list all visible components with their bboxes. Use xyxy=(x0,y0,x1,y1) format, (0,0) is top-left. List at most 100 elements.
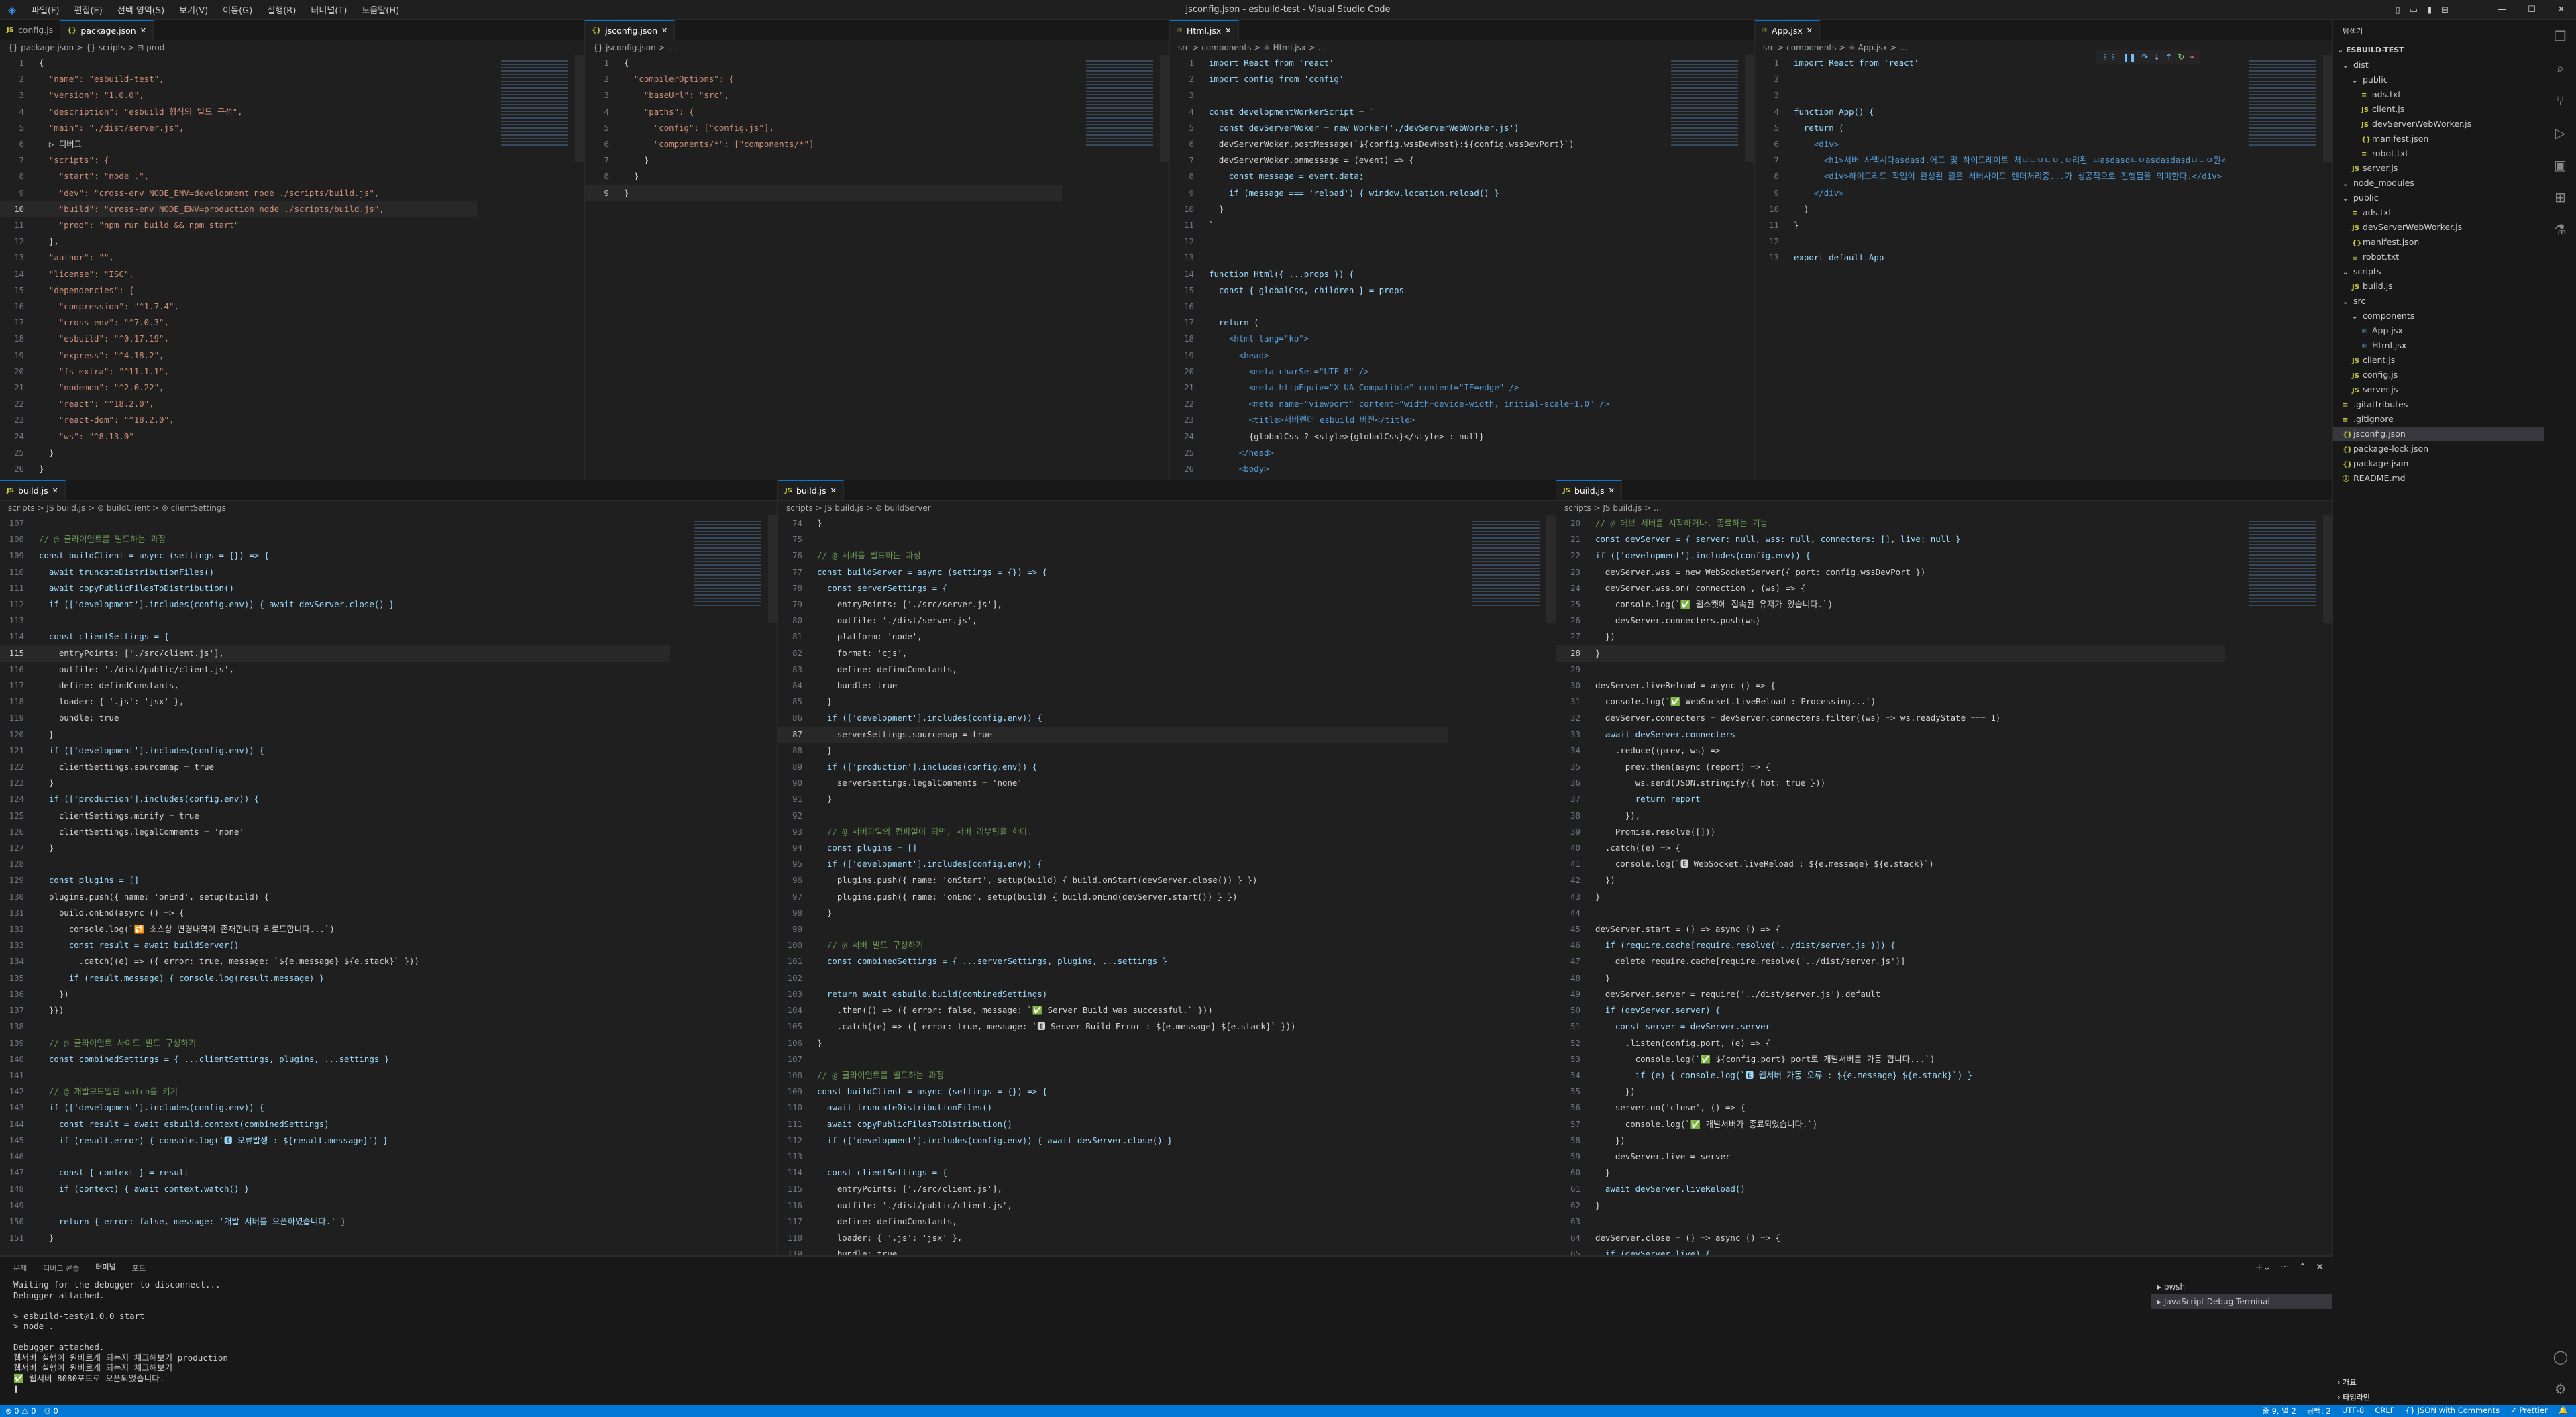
panel-tab[interactable]: 포트 xyxy=(132,1263,146,1273)
scrollbar[interactable] xyxy=(2323,515,2332,623)
close-panel-icon[interactable]: ✕ xyxy=(2316,1262,2324,1273)
explorer-item-json[interactable]: {} manifest.json xyxy=(2333,132,2544,146)
new-terminal-icon[interactable]: +⌄ xyxy=(2255,1262,2271,1273)
close-tab-icon[interactable]: ✕ xyxy=(1807,26,1813,35)
scrollbar[interactable] xyxy=(2323,55,2332,162)
menu-item[interactable]: 편집(E) xyxy=(67,6,110,16)
search-icon[interactable]: ⌕ xyxy=(2544,52,2576,85)
menu-item[interactable]: 이동(G) xyxy=(215,6,260,16)
close-window-icon[interactable]: ✕ xyxy=(2546,0,2576,20)
explorer-item-json[interactable]: {} jsconfig.json xyxy=(2333,427,2544,441)
explorer-item-js[interactable]: JS client.js xyxy=(2333,102,2544,117)
explorer-item-json[interactable]: {} manifest.json xyxy=(2333,235,2544,250)
timeline-section[interactable]: › 타임라인 xyxy=(2333,1390,2544,1405)
editor-tab[interactable]: ⚛ Html.jsx ✕ xyxy=(1170,20,1239,40)
status-item[interactable]: {} JSON with Comments xyxy=(2405,1406,2500,1416)
explorer-item-folder[interactable]: ⌄ public xyxy=(2333,72,2544,87)
outline-section[interactable]: › 개요 xyxy=(2333,1375,2544,1390)
pause-icon[interactable]: ❚❚ xyxy=(2123,52,2136,62)
maximize-panel-icon[interactable]: ⌃ xyxy=(2299,1262,2307,1273)
restart-icon[interactable]: ↻ xyxy=(2178,52,2184,62)
explorer-item-folder[interactable]: ⌄ src xyxy=(2333,294,2544,309)
explorer-item-js[interactable]: JS devServerWebWorker.js xyxy=(2333,117,2544,132)
editor-tab[interactable]: JS config.js xyxy=(0,20,61,40)
customize-layout-icon[interactable]: ⊞ xyxy=(2441,5,2449,15)
status-item[interactable]: UTF-8 xyxy=(2342,1406,2365,1416)
explorer-item-file[interactable]: ≡ robot.txt xyxy=(2333,146,2544,161)
explorer-item-js[interactable]: JS server.js xyxy=(2333,382,2544,397)
editor-tab[interactable]: {} package.json ✕ xyxy=(60,20,154,40)
explorer-item-jsx[interactable]: ⚛ Html.jsx xyxy=(2333,338,2544,353)
minimap[interactable] xyxy=(1086,60,1153,148)
breadcrumb[interactable]: scripts > JS build.js > ... xyxy=(1556,501,2332,515)
code-editor[interactable]: 1 import React from 'react' 2 import config… xyxy=(1170,55,1647,480)
explorer-item-folder[interactable]: ⌄ node_modules xyxy=(2333,176,2544,191)
menu-item[interactable]: 실행(R) xyxy=(260,6,303,16)
explorer-item-js[interactable]: JS config.js xyxy=(2333,368,2544,382)
explorer-icon[interactable]: ❐ xyxy=(2544,20,2576,52)
explorer-item-file[interactable]: ≡ .gitattributes xyxy=(2333,397,2544,412)
source-control-icon[interactable]: ⑂ xyxy=(2544,85,2576,117)
maximize-icon[interactable]: ☐ xyxy=(2517,0,2546,20)
minimap[interactable] xyxy=(694,521,761,608)
scrollbar[interactable] xyxy=(1160,55,1169,162)
breadcrumb[interactable]: scripts > JS build.js > ⊘ buildServer xyxy=(778,501,1556,515)
editor-tab[interactable]: {} jsconfig.json ✕ xyxy=(585,20,676,40)
menu-item[interactable]: 터미널(T) xyxy=(303,6,354,16)
step-out-icon[interactable]: ↑ xyxy=(2165,52,2172,62)
explorer-item-md[interactable]: ⓘ README.md xyxy=(2333,471,2544,486)
explorer-item-folder[interactable]: ⌄ components xyxy=(2333,309,2544,323)
explorer-item-folder[interactable]: ⌄ dist xyxy=(2333,58,2544,72)
explorer-item-file[interactable]: ≡ .gitignore xyxy=(2333,412,2544,427)
scrollbar[interactable] xyxy=(1745,55,1754,162)
code-editor[interactable]: 107 108 // @ 클라이언트를 빌드하는 과정 109 const buildC… xyxy=(0,515,670,1255)
editor-tab[interactable]: JS build.js ✕ xyxy=(1556,480,1622,500)
status-item[interactable]: ✓ Prettier xyxy=(2510,1406,2548,1416)
editor-tab[interactable]: ⚛ App.jsx ✕ xyxy=(1755,20,1820,40)
explorer-item-folder[interactable]: ⌄ public xyxy=(2333,191,2544,205)
editor-tab[interactable]: JS build.js ✕ xyxy=(778,480,844,500)
disconnect-icon[interactable]: ⌁ xyxy=(2190,52,2194,62)
remote-explorer-icon[interactable]: ▣ xyxy=(2544,149,2576,181)
terminal-instance[interactable]: ▸ pwsh xyxy=(2151,1279,2332,1294)
close-tab-icon[interactable]: ✕ xyxy=(140,26,146,35)
toggle-panel-icon[interactable]: ▭ xyxy=(2410,5,2418,15)
explorer-item-folder[interactable]: ⌄ scripts xyxy=(2333,264,2544,279)
toggle-secondary-sidebar-icon[interactable]: ▮ xyxy=(2427,5,2432,15)
code-editor[interactable]: 20 // @ 데브 서버를 시작하거나, 종료하는 기능 21 const devS… xyxy=(1556,515,2225,1255)
breadcrumb[interactable]: src > components > ⚛ Html.jsx > ... xyxy=(1170,40,1754,55)
explorer-item-js[interactable]: JS client.js xyxy=(2333,353,2544,368)
explorer-item-file[interactable]: ≡ robot.txt xyxy=(2333,250,2544,264)
breadcrumb[interactable]: src > components > ⚛ App.jsx > ... xyxy=(1755,40,2332,55)
status-item[interactable]: ⊗ 0 ⚠ 0 xyxy=(5,1406,36,1416)
scrollbar[interactable] xyxy=(768,515,777,623)
step-over-icon[interactable]: ↷ xyxy=(2141,52,2148,62)
manage-gear-icon[interactable]: ⚙ xyxy=(2544,1373,2576,1405)
status-item[interactable]: 🔔 xyxy=(2559,1406,2568,1416)
close-tab-icon[interactable]: ✕ xyxy=(1609,486,1615,495)
extensions-icon[interactable]: ⊞ xyxy=(2544,181,2576,213)
terminal-output[interactable]: Waiting for the debugger to disconnect..… xyxy=(0,1279,2333,1394)
menu-item[interactable]: 선택 영역(S) xyxy=(110,6,172,16)
explorer-item-file[interactable]: ≡ ads.txt xyxy=(2333,205,2544,220)
explorer-item-file[interactable]: ≡ ads.txt xyxy=(2333,87,2544,102)
status-item[interactable]: CRLF xyxy=(2375,1406,2394,1416)
close-tab-icon[interactable]: ✕ xyxy=(830,486,837,495)
panel-tab[interactable]: 터미널 xyxy=(95,1261,116,1275)
explorer-item-json[interactable]: {} package.json xyxy=(2333,456,2544,471)
code-editor[interactable]: 1{2 "compilerOptions": {3 "baseUrl": "sr… xyxy=(585,55,1062,480)
explorer-item-js[interactable]: JS build.js xyxy=(2333,279,2544,294)
debug-drag-handle-icon[interactable]: ⋮⋮ xyxy=(2101,52,2117,62)
testing-icon[interactable]: ⚗ xyxy=(2544,213,2576,246)
run-debug-icon[interactable]: ▷ xyxy=(2544,117,2576,149)
close-tab-icon[interactable]: ✕ xyxy=(1225,26,1231,35)
status-item[interactable]: 공백: 2 xyxy=(2307,1406,2331,1416)
panel-tab[interactable]: 문제 xyxy=(13,1263,27,1273)
minimap[interactable] xyxy=(2249,521,2316,608)
minimap[interactable] xyxy=(1472,521,1540,608)
status-item[interactable]: 줄 9, 열 2 xyxy=(2262,1406,2296,1416)
code-editor[interactable]: 1{2 "name": "esbuild-test", 3 "version": … xyxy=(0,55,477,480)
editor-tab[interactable]: JS build.js ✕ xyxy=(0,480,66,500)
more-actions-icon[interactable]: ··· xyxy=(2280,1262,2289,1273)
scrollbar[interactable] xyxy=(575,55,584,162)
